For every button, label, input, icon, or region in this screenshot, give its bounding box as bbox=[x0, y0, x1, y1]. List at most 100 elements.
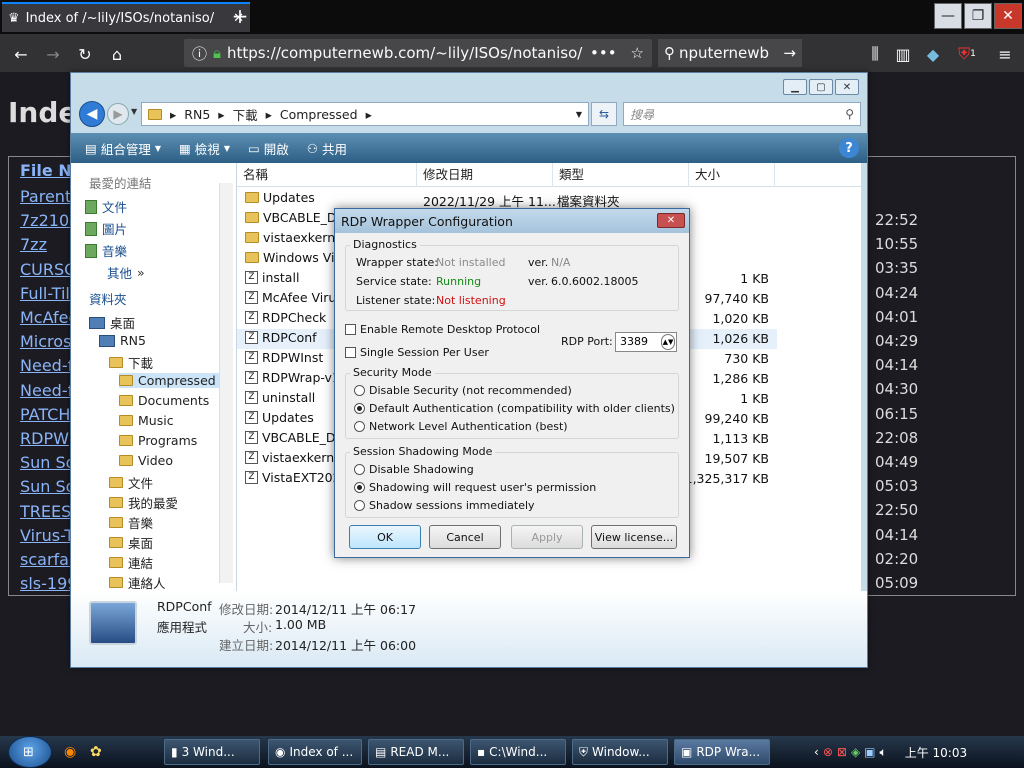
help-button[interactable]: ? bbox=[839, 138, 859, 158]
folder-tree-item[interactable]: 連結 bbox=[109, 553, 153, 572]
start-button[interactable]: ⊞ bbox=[8, 736, 52, 768]
tray-network-icon[interactable]: ▣ bbox=[864, 745, 875, 759]
listing-link[interactable]: RDPW bbox=[20, 429, 69, 448]
column-size[interactable]: 大小 bbox=[689, 163, 775, 187]
tray-clock[interactable]: 上午 10:03 bbox=[905, 744, 967, 761]
listing-link[interactable]: 7zz bbox=[20, 235, 47, 254]
browser-tab[interactable]: ♛ Index of /~lily/ISOs/notaniso/ ✕ bbox=[2, 2, 250, 32]
rdp-port-input[interactable]: 3389 ▲▼ bbox=[615, 332, 677, 352]
taskbar-button[interactable]: ▮ 3 Wind... bbox=[164, 739, 260, 765]
new-tab-button[interactable]: + bbox=[228, 4, 252, 28]
restore-window-button[interactable]: ❐ bbox=[964, 3, 992, 29]
dialog-close-button[interactable]: ✕ bbox=[657, 213, 685, 228]
folder-tree-item[interactable]: 文件 bbox=[109, 473, 153, 492]
quicklaunch-icon[interactable]: ✿ bbox=[90, 744, 102, 760]
url-bar[interactable]: ⓘ 🔒︎ https://computernewb.com/~lily/ISOs… bbox=[184, 39, 652, 67]
extension-button[interactable]: ◆ bbox=[920, 41, 946, 67]
view-license-button[interactable]: View license... bbox=[591, 525, 677, 549]
listing-link[interactable]: Full-Tilt bbox=[20, 284, 76, 303]
explorer-minimize-button[interactable]: ▁ bbox=[783, 79, 807, 95]
nav-scrollbar[interactable] bbox=[219, 183, 233, 583]
library-button[interactable]: ⫼ bbox=[862, 41, 888, 67]
cancel-button[interactable]: Cancel bbox=[429, 525, 501, 549]
address-dropdown-icon[interactable]: ▼ bbox=[576, 110, 582, 119]
shadow-disable-radio[interactable]: Disable Shadowing bbox=[354, 463, 474, 476]
tray-error-icon[interactable]: ⊠ bbox=[837, 745, 847, 759]
single-session-checkbox[interactable]: Single Session Per User bbox=[345, 346, 489, 359]
listing-link[interactable]: PATCH bbox=[20, 405, 70, 424]
page-actions-icon[interactable]: ••• bbox=[590, 44, 617, 62]
tray-app-icon[interactable]: ◈ bbox=[851, 745, 860, 759]
column-date[interactable]: 修改日期 bbox=[417, 163, 553, 187]
recent-pages-dropdown[interactable]: ▼ bbox=[131, 107, 137, 116]
file-row[interactable]: Updates 2022/11/29 上午 11... 檔案資料夾 bbox=[237, 189, 777, 209]
firefox-quicklaunch-icon[interactable]: ◉ bbox=[64, 744, 76, 760]
breadcrumb-item[interactable]: 下載 bbox=[233, 105, 258, 124]
folder-tree-item[interactable]: Programs bbox=[119, 433, 197, 448]
explorer-close-button[interactable]: ✕ bbox=[835, 79, 859, 95]
taskbar-button[interactable]: ▤ READ M... bbox=[368, 739, 464, 765]
open-button[interactable]: ▭ 開啟 bbox=[248, 139, 289, 158]
reload-button[interactable]: ↻ bbox=[72, 41, 98, 67]
shadow-immediate-radio[interactable]: Shadow sessions immediately bbox=[354, 499, 535, 512]
explorer-search-input[interactable]: 搜尋 ⚲ bbox=[623, 102, 861, 126]
tray-security-icon[interactable]: ⊗ bbox=[823, 745, 833, 759]
security-nla-radio[interactable]: Network Level Authentication (best) bbox=[354, 420, 568, 433]
home-button[interactable]: ⌂ bbox=[104, 41, 130, 67]
ok-button[interactable]: OK bbox=[349, 525, 421, 549]
listing-link[interactable]: Sun So bbox=[20, 453, 75, 472]
share-button[interactable]: ⚇ 共用 bbox=[307, 139, 347, 158]
enable-rdp-checkbox[interactable]: Enable Remote Desktop Protocol bbox=[345, 323, 540, 336]
folder-tree-item[interactable]: 連絡人 bbox=[109, 573, 166, 592]
close-window-button[interactable]: ✕ bbox=[994, 3, 1022, 29]
organize-button[interactable]: ▤ 組合管理 ▼ bbox=[85, 139, 161, 158]
favorite-link[interactable]: 文件 bbox=[85, 197, 127, 216]
listing-link[interactable]: CURSO bbox=[20, 260, 77, 279]
back-button[interactable]: ← bbox=[8, 41, 34, 67]
favorite-link[interactable]: 音樂 bbox=[85, 241, 127, 260]
folder-tree-item[interactable]: Video bbox=[119, 453, 173, 468]
breadcrumb-item[interactable]: Compressed bbox=[280, 107, 358, 122]
folder-tree-item[interactable]: RN5 bbox=[99, 333, 146, 348]
breadcrumb-item[interactable]: RN5 bbox=[184, 107, 210, 122]
menu-button[interactable]: ≡ bbox=[992, 41, 1018, 67]
breadcrumb[interactable]: ▸ RN5 ▸ 下載 ▸ Compressed ▸ ▼ bbox=[141, 102, 589, 126]
refresh-button[interactable]: ⇆ bbox=[591, 102, 617, 126]
ublock-button[interactable]: ⛨ 1 bbox=[954, 41, 980, 67]
shadow-request-radio[interactable]: Shadowing will request user's permission bbox=[354, 481, 596, 494]
search-go-icon[interactable]: → bbox=[783, 44, 796, 62]
tray-volume-icon[interactable]: 🔈︎ bbox=[880, 745, 887, 760]
folder-tree-item[interactable]: 音樂 bbox=[109, 513, 153, 532]
more-favorites[interactable]: 其他 » bbox=[107, 263, 145, 282]
folder-tree-item[interactable]: 桌面 bbox=[89, 313, 135, 332]
listing-link[interactable]: sls-199 bbox=[20, 574, 77, 593]
view-button[interactable]: ▦ 檢視 ▼ bbox=[179, 139, 230, 158]
bookmark-star-icon[interactable]: ☆ bbox=[631, 44, 644, 62]
listing-link[interactable]: Parent bbox=[20, 187, 71, 206]
taskbar-button[interactable]: ▪ C:\Wind... bbox=[470, 739, 566, 765]
column-type[interactable]: 類型 bbox=[553, 163, 689, 187]
security-disable-radio[interactable]: Disable Security (not recommended) bbox=[354, 384, 572, 397]
forward-button[interactable]: → bbox=[40, 41, 66, 67]
favorite-link[interactable]: 圖片 bbox=[85, 219, 127, 238]
port-spinner-icon[interactable]: ▲▼ bbox=[661, 334, 675, 350]
listing-link[interactable]: Virus-T bbox=[20, 526, 74, 545]
security-default-radio[interactable]: Default Authentication (compatibility wi… bbox=[354, 402, 675, 415]
dialog-titlebar[interactable]: RDP Wrapper Configuration ✕ bbox=[335, 209, 689, 233]
column-name[interactable]: 名稱 bbox=[237, 163, 417, 187]
search-bar[interactable]: ⚲ nputernewb → bbox=[658, 39, 802, 67]
explorer-forward-button[interactable]: ▶ bbox=[107, 103, 129, 125]
taskbar-button[interactable]: ◉ Index of ... bbox=[268, 739, 362, 765]
minimize-window-button[interactable]: — bbox=[934, 3, 962, 29]
folder-tree-item[interactable]: Documents bbox=[119, 393, 209, 408]
explorer-maximize-button[interactable]: ▢ bbox=[809, 79, 833, 95]
taskbar-button[interactable]: ⛨ Window... bbox=[572, 739, 668, 765]
taskbar-button[interactable]: ▣ RDP Wra... bbox=[674, 739, 770, 765]
listing-link[interactable]: Sun So bbox=[20, 477, 75, 496]
listing-link[interactable]: TREES bbox=[20, 502, 71, 521]
folder-tree-item[interactable]: Compressed bbox=[119, 373, 222, 388]
sidebar-button[interactable]: ▥ bbox=[890, 41, 916, 67]
explorer-back-button[interactable]: ◀ bbox=[79, 101, 105, 127]
folder-tree-item[interactable]: Music bbox=[119, 413, 174, 428]
folder-tree-item[interactable]: 下載 bbox=[109, 353, 153, 372]
